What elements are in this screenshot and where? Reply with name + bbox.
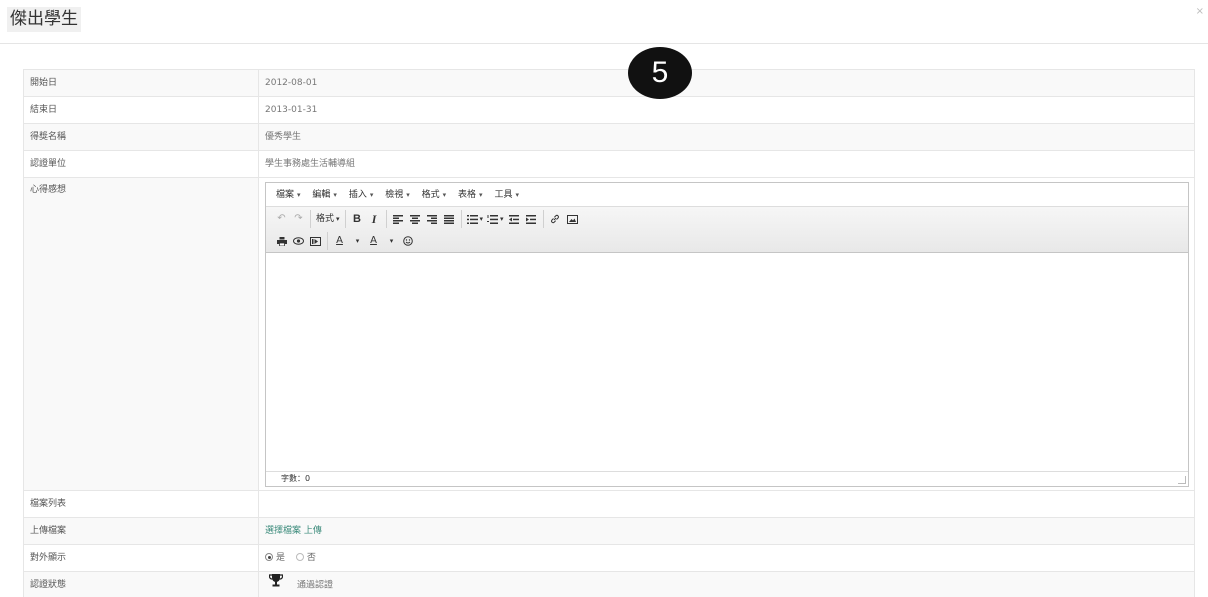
- print-icon[interactable]: [273, 233, 290, 250]
- rich-text-editor: 檔案 ▾ 編輯 ▾ 插入 ▾ 檢視 ▾ 格式 ▾ 表格 ▾ 工具 ▾ ↶ ↷ 格…: [265, 182, 1189, 487]
- image-icon[interactable]: [564, 211, 581, 228]
- redo-icon[interactable]: ↷: [290, 211, 307, 228]
- color-group: A ▾ A ▾: [328, 232, 419, 250]
- editor-content-area[interactable]: [266, 253, 1188, 470]
- start-date-label: 開始日: [23, 69, 259, 97]
- menu-format[interactable]: 格式 ▾: [422, 183, 447, 207]
- radio-yes[interactable]: [265, 553, 273, 561]
- public-display-label: 對外顯示: [23, 544, 259, 572]
- menu-table[interactable]: 表格 ▾: [458, 183, 483, 207]
- align-justify-icon[interactable]: [441, 211, 458, 228]
- outdent-icon[interactable]: [506, 211, 523, 228]
- background-color-icon[interactable]: A: [365, 233, 382, 250]
- bullet-list-icon[interactable]: ▾: [465, 211, 486, 228]
- public-display-cell: 是 否: [258, 544, 1195, 572]
- upload-label: 上傳檔案: [23, 517, 259, 545]
- trophy-icon: [268, 572, 284, 597]
- certifying-unit-label: 認證單位: [23, 150, 259, 178]
- menu-file[interactable]: 檔案 ▾: [276, 183, 301, 207]
- end-date-label: 結束日: [23, 96, 259, 124]
- upload-cell: 選擇檔案 上傳: [258, 517, 1195, 545]
- numbered-list-icon[interactable]: ▾: [485, 211, 506, 228]
- toolbar-row-1: ↶ ↷ 格式 ▾ B I ▾ ▾: [270, 208, 1184, 230]
- misc-group: [270, 232, 328, 250]
- italic-icon[interactable]: I: [366, 211, 383, 228]
- undo-icon[interactable]: ↶: [273, 211, 290, 228]
- reflection-label: 心得感想: [23, 177, 259, 491]
- table-row: 心得感想 檔案 ▾ 編輯 ▾ 插入 ▾ 檢視 ▾ 格式 ▾ 表格 ▾ 工具 ▾ ↶ ↷: [23, 177, 1195, 491]
- radio-yes-label: 是: [276, 553, 286, 563]
- menu-tools[interactable]: 工具 ▾: [494, 183, 519, 207]
- table-row: 結束日 2013-01-31: [23, 96, 1195, 124]
- menu-insert[interactable]: 插入 ▾: [349, 183, 374, 207]
- table-row: 認證狀態 通過認證: [23, 571, 1195, 597]
- media-icon[interactable]: [307, 233, 324, 250]
- upload-link[interactable]: 選擇檔案 上傳: [265, 526, 322, 536]
- award-name-value: 優秀學生: [258, 123, 1195, 151]
- table-row: 對外顯示 是 否: [23, 544, 1195, 572]
- cert-status-cell: 通過認證: [258, 571, 1195, 597]
- align-group: [387, 210, 462, 228]
- editor-menubar: 檔案 ▾ 編輯 ▾ 插入 ▾ 檢視 ▾ 格式 ▾ 表格 ▾ 工具 ▾: [266, 183, 1188, 207]
- close-button[interactable]: ×: [1196, 6, 1204, 17]
- cert-status-value: 通過認證: [297, 580, 334, 591]
- end-date-value: 2013-01-31: [258, 96, 1195, 124]
- format-dropdown[interactable]: 格式 ▾: [314, 211, 342, 228]
- award-name-label: 得獎名稱: [23, 123, 259, 151]
- table-row: 得獎名稱 優秀學生: [23, 123, 1195, 151]
- table-row: 開始日 2012-08-01: [23, 69, 1195, 97]
- align-right-icon[interactable]: [424, 211, 441, 228]
- indent-icon[interactable]: [523, 211, 540, 228]
- link-icon[interactable]: [547, 211, 564, 228]
- style-group: B I: [346, 210, 387, 228]
- word-count: 字數：0: [281, 474, 311, 483]
- record-table: 開始日 2012-08-01 結束日 2013-01-31 得獎名稱 優秀學生 …: [23, 69, 1195, 597]
- file-list-label: 檔案列表: [23, 490, 259, 518]
- text-color-icon[interactable]: A: [331, 233, 348, 250]
- table-row: 檔案列表: [23, 490, 1195, 518]
- background-color-dropdown-icon[interactable]: ▾: [382, 233, 399, 250]
- radio-no[interactable]: [295, 553, 304, 561]
- history-group: ↶ ↷: [270, 210, 311, 228]
- menu-view[interactable]: 檢視 ▾: [385, 183, 410, 207]
- step-badge: 5: [628, 47, 692, 99]
- modal-header: 傑出學生 ×: [0, 0, 1208, 44]
- insert-group: [544, 210, 584, 228]
- text-color-dropdown-icon[interactable]: ▾: [348, 233, 365, 250]
- align-center-icon[interactable]: [407, 211, 424, 228]
- table-row: 上傳檔案 選擇檔案 上傳: [23, 517, 1195, 545]
- radio-no-label: 否: [306, 553, 316, 563]
- cert-status-label: 認證狀態: [23, 571, 259, 597]
- format-group: 格式 ▾: [311, 210, 346, 228]
- certifying-unit-value: 學生事務處生活輔導組: [258, 150, 1195, 178]
- list-group: ▾ ▾: [462, 210, 544, 228]
- resize-handle-icon[interactable]: [1178, 476, 1186, 484]
- modal-title: 傑出學生: [7, 7, 81, 32]
- emoticon-icon[interactable]: [399, 233, 416, 250]
- bold-icon[interactable]: B: [349, 211, 366, 228]
- reflection-cell: 檔案 ▾ 編輯 ▾ 插入 ▾ 檢視 ▾ 格式 ▾ 表格 ▾ 工具 ▾ ↶ ↷ 格…: [258, 177, 1195, 491]
- file-list-value: [258, 490, 1195, 518]
- menu-edit[interactable]: 編輯 ▾: [312, 183, 337, 207]
- start-date-value: 2012-08-01: [258, 69, 1195, 97]
- toolbar-row-2: A ▾ A ▾: [270, 230, 1184, 252]
- preview-icon[interactable]: [290, 233, 307, 250]
- table-row: 認證單位 學生事務處生活輔導組: [23, 150, 1195, 178]
- editor-statusbar: 字數：0: [266, 471, 1188, 486]
- editor-toolbar: ↶ ↷ 格式 ▾ B I ▾ ▾ A ▾ A ▾: [266, 207, 1188, 253]
- align-left-icon[interactable]: [390, 211, 407, 228]
